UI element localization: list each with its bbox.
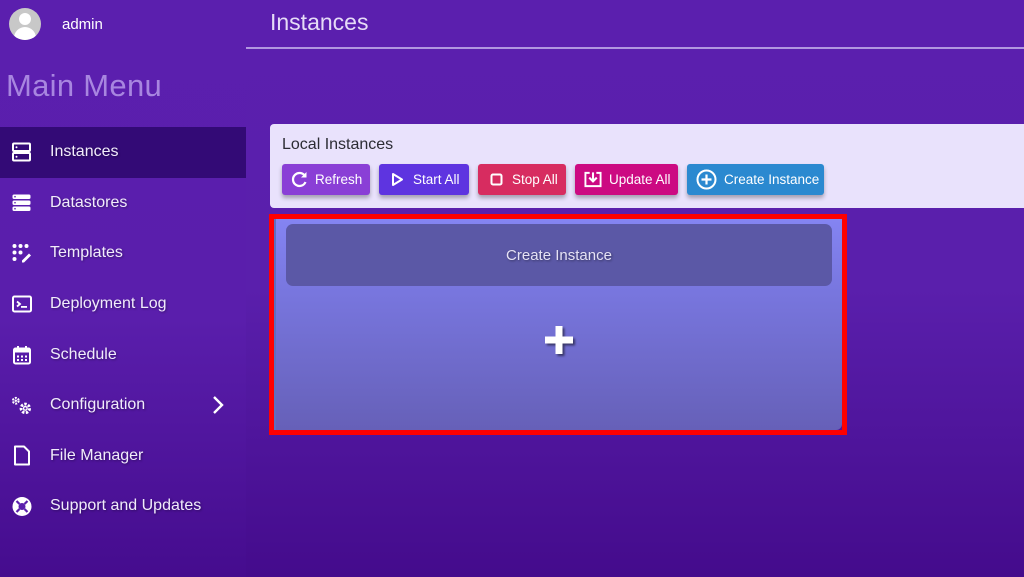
sidebar-item-datastores[interactable]: Datastores <box>0 178 246 229</box>
stop-all-label: Stop All <box>512 172 558 187</box>
sidebar-item-file-manager[interactable]: File Manager <box>0 431 246 482</box>
sidebar-item-label: Deployment Log <box>50 295 167 313</box>
start-all-button[interactable]: Start All <box>379 164 469 195</box>
sidebar-item-deployment-log[interactable]: Deployment Log <box>0 279 246 330</box>
update-all-button[interactable]: Update All <box>575 164 678 195</box>
file-icon <box>11 445 32 466</box>
stop-all-button[interactable]: Stop All <box>478 164 566 195</box>
sidebar-item-instances[interactable]: Instances <box>0 127 246 178</box>
lifebuoy-icon <box>11 496 32 517</box>
sidebar-item-schedule[interactable]: Schedule <box>0 329 246 380</box>
sidebar-item-label: Instances <box>50 143 119 161</box>
chevron-right-icon[interactable] <box>212 395 224 415</box>
sidebar-item-label: Schedule <box>50 345 117 363</box>
stop-icon <box>487 171 505 189</box>
local-instances-panel: Local Instances Refresh Start All Stop A… <box>270 124 1024 208</box>
update-all-label: Update All <box>609 172 671 187</box>
sidebar-item-support-and-updates[interactable]: Support and Updates <box>0 481 246 532</box>
sidebar-item-configuration[interactable]: Configuration <box>0 380 246 431</box>
create-instance-card-header: Create Instance <box>286 224 832 286</box>
username: admin <box>62 15 103 33</box>
user-avatar-icon[interactable] <box>9 8 41 40</box>
create-instance-highlight: Create Instance <box>269 214 847 435</box>
create-instance-card-title: Create Instance <box>506 246 612 264</box>
refresh-button[interactable]: Refresh <box>282 164 370 195</box>
plus-icon[interactable] <box>543 324 575 356</box>
calendar-icon <box>11 344 32 365</box>
sidebar-item-templates[interactable]: Templates <box>0 228 246 279</box>
sidebar-item-label: File Manager <box>50 446 144 464</box>
template-icon <box>11 243 32 264</box>
create-instance-label: Create Instance <box>724 172 820 187</box>
page-title: Instances <box>270 9 369 35</box>
main-menu-title: Main Menu <box>6 68 163 103</box>
panel-title: Local Instances <box>282 136 394 153</box>
refresh-label: Refresh <box>315 172 363 187</box>
main-menu: Instances Datastores Templates Deploymen… <box>0 127 246 532</box>
sidebar-item-label: Support and Updates <box>50 497 202 515</box>
download-icon <box>584 171 602 189</box>
terminal-icon <box>11 294 32 315</box>
user-profile[interactable]: admin <box>9 8 103 40</box>
database-icon <box>11 192 32 213</box>
play-icon <box>388 171 406 189</box>
sidebar-item-label: Datastores <box>50 193 128 211</box>
sidebar: admin Main Menu Instances Datastores Tem… <box>0 0 246 577</box>
server-icon <box>11 142 32 163</box>
plus-circle-icon <box>696 169 717 190</box>
create-instance-button[interactable]: Create Instance <box>687 164 824 195</box>
create-instance-card[interactable]: Create Instance <box>274 219 842 430</box>
refresh-icon <box>291 171 308 189</box>
toolbar: Refresh Start All Stop All Update All Cr… <box>282 164 833 195</box>
header-divider <box>246 47 1024 49</box>
sidebar-item-label: Templates <box>50 244 123 262</box>
gears-icon <box>11 395 32 416</box>
sidebar-item-label: Configuration <box>50 396 146 414</box>
start-all-label: Start All <box>413 172 460 187</box>
